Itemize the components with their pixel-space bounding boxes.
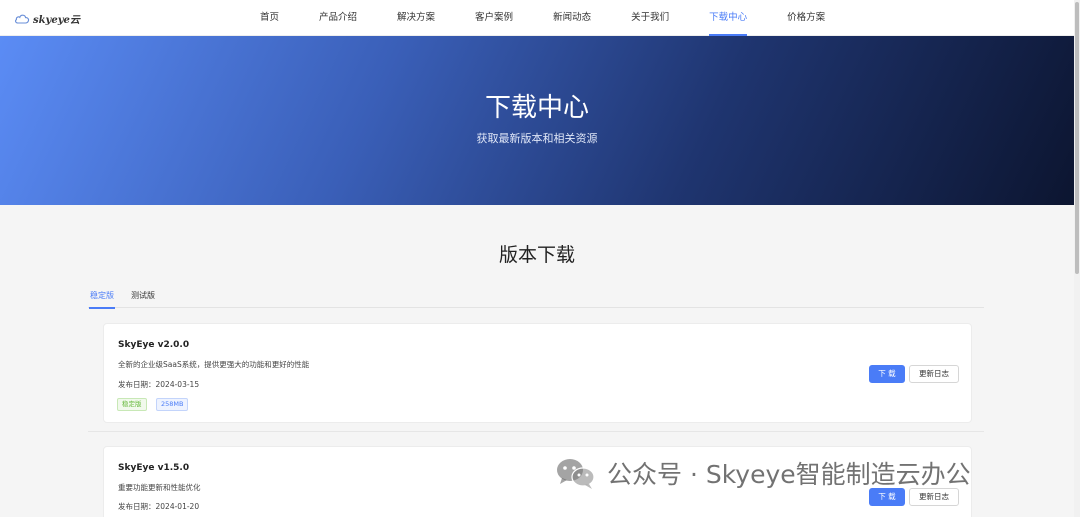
- release-card: SkyEye v2.0.0 全新的企业级SaaS系统，提供更强大的功能和更好的性…: [103, 323, 972, 423]
- hero-banner: 下载中心 获取最新版本和相关资源: [0, 36, 1074, 205]
- watermark: 公众号 · Skyeye智能制造云办公: [555, 456, 971, 490]
- watermark-text: 公众号 · Skyeye智能制造云办公: [607, 460, 971, 489]
- nav-item-news[interactable]: 新闻动态: [533, 0, 611, 36]
- download-button[interactable]: 下 载: [869, 365, 905, 383]
- cloud-logo-icon: [14, 14, 30, 24]
- wechat-icon: [557, 459, 595, 489]
- release-description: 重要功能更新和性能优化: [118, 483, 201, 492]
- stable-badge: 稳定版: [117, 398, 147, 411]
- divider: [88, 431, 984, 432]
- release-name: SkyEye v1.5.0: [118, 463, 190, 473]
- tab-stable[interactable]: 稳定版: [89, 290, 115, 309]
- hero-subtitle: 获取最新版本和相关资源: [476, 132, 598, 145]
- nav-item-about[interactable]: 关于我们: [611, 0, 689, 36]
- nav-item-download[interactable]: 下载中心: [689, 0, 767, 36]
- logo-text: skyeye云: [33, 14, 80, 26]
- hero-title: 下载中心: [484, 93, 589, 123]
- nav-menu: 首页 产品介绍 解决方案 客户案例 新闻动态 关于我们 下载中心 价格方案: [240, 0, 845, 36]
- logo[interactable]: skyeye云: [14, 10, 80, 26]
- changelog-button[interactable]: 更新日志: [909, 365, 959, 383]
- release-date: 发布日期：2024-03-15: [118, 380, 200, 389]
- nav-item-pricing[interactable]: 价格方案: [767, 0, 845, 36]
- nav-item-home[interactable]: 首页: [240, 0, 299, 36]
- release-date: 发布日期：2024-01-20: [118, 502, 200, 511]
- nav-item-cases[interactable]: 客户案例: [455, 0, 533, 36]
- section-title: 版本下载: [498, 244, 575, 266]
- tab-beta[interactable]: 测试版: [131, 290, 155, 301]
- release-name: SkyEye v2.0.0: [118, 340, 190, 350]
- top-nav: skyeye云 首页 产品介绍 解决方案 客户案例 新闻动态 关于我们 下载中心…: [0, 0, 1074, 36]
- nav-item-products[interactable]: 产品介绍: [299, 0, 377, 36]
- page-scrollbar[interactable]: [1074, 0, 1080, 517]
- scroll-thumb[interactable]: [1075, 2, 1079, 274]
- size-badge: 258MB: [156, 398, 189, 411]
- version-tabs: 稳定版 测试版: [88, 286, 984, 309]
- nav-item-solutions[interactable]: 解决方案: [377, 0, 455, 36]
- release-description: 全新的企业级SaaS系统，提供更强大的功能和更好的性能: [118, 360, 310, 369]
